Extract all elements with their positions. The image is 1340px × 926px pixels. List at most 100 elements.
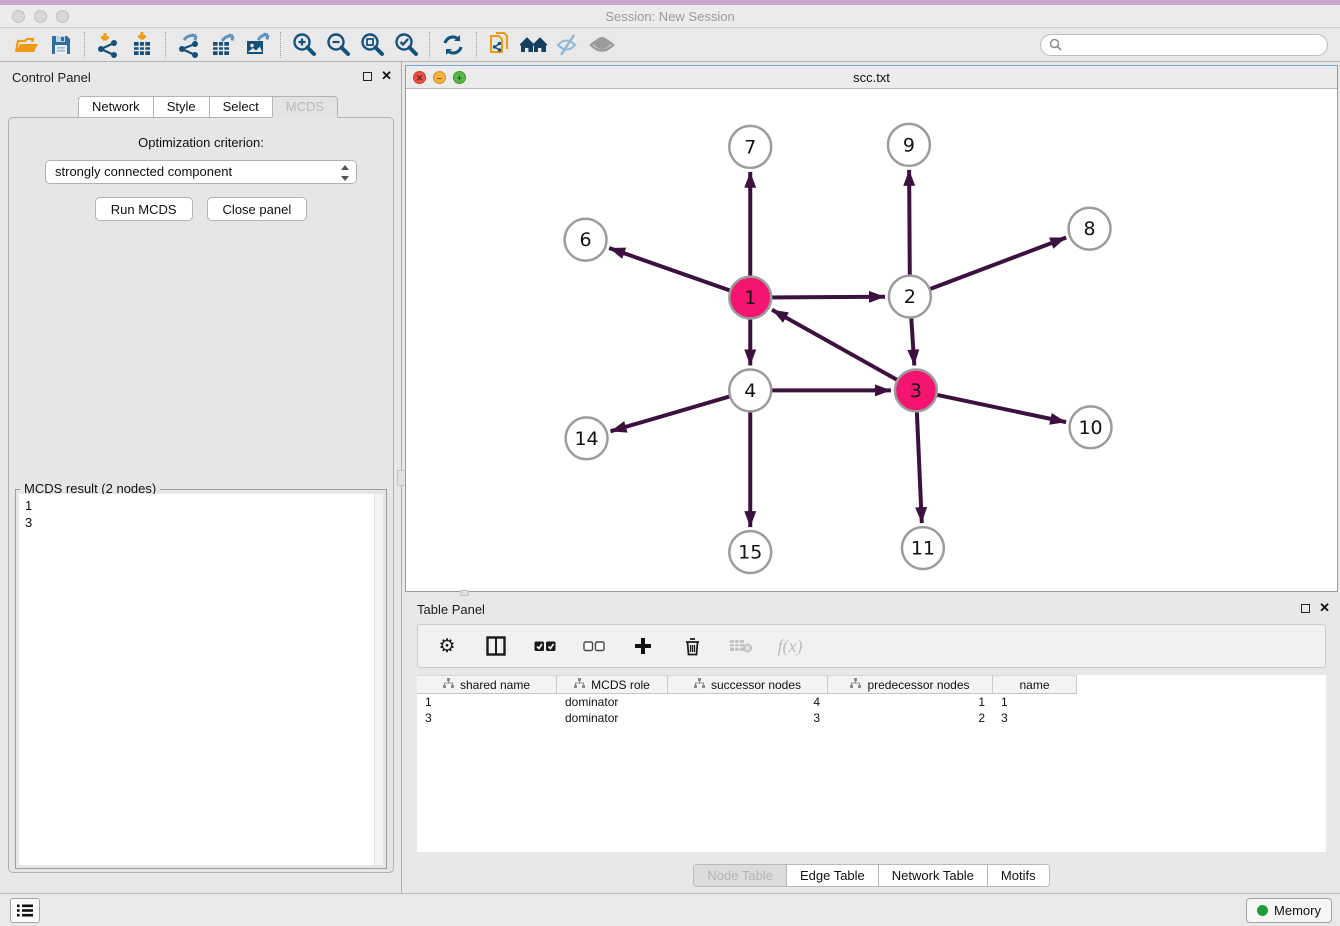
- network-canvas[interactable]: 1 2 3 4 6 7 8 9 10 11 14 15: [406, 89, 1337, 591]
- table-row[interactable]: 1dominator411: [417, 694, 1326, 710]
- zoom-fit-button[interactable]: [355, 30, 389, 60]
- node-9[interactable]: 9: [888, 124, 930, 166]
- column-header-shared-name[interactable]: shared name: [417, 675, 557, 694]
- add-row-button[interactable]: [631, 634, 655, 658]
- node-8[interactable]: 8: [1069, 208, 1111, 250]
- hierarchy-icon: [694, 678, 705, 692]
- deselect-all-button[interactable]: [582, 634, 606, 658]
- node-10[interactable]: 10: [1070, 406, 1112, 448]
- tab-network[interactable]: Network: [78, 96, 154, 118]
- table-tabs: Node TableEdge TableNetwork TableMotifs: [405, 864, 1338, 887]
- close-panel-button[interactable]: Close panel: [207, 197, 308, 221]
- select-all-button[interactable]: [533, 634, 557, 658]
- delete-row-button[interactable]: [680, 634, 704, 658]
- zoom-in-button[interactable]: [287, 30, 321, 60]
- node-11[interactable]: 11: [902, 527, 944, 569]
- node-3[interactable]: 3: [895, 369, 937, 411]
- horizontal-splitter-grip[interactable]: [460, 590, 469, 596]
- edge-2-8[interactable]: [910, 238, 1066, 297]
- float-panel-icon[interactable]: [363, 72, 372, 81]
- refresh-button[interactable]: [436, 30, 470, 60]
- search-input[interactable]: [1067, 38, 1319, 52]
- tab-mcds[interactable]: MCDS: [272, 96, 338, 118]
- export-image-button[interactable]: [240, 30, 274, 60]
- table-row[interactable]: 3dominator323: [417, 710, 1326, 726]
- criterion-select[interactable]: strongly connected component: [45, 160, 357, 184]
- table-cell[interactable]: 1: [828, 694, 993, 710]
- table-header-row: shared nameMCDS rolesuccessor nodesprede…: [417, 675, 1326, 694]
- search-icon: [1049, 38, 1062, 51]
- node-label: 15: [738, 542, 762, 564]
- hide-selected-button[interactable]: [551, 30, 585, 60]
- column-header-predecessor-nodes[interactable]: predecessor nodes: [828, 675, 993, 694]
- table-cell[interactable]: 3: [668, 710, 828, 726]
- import-network-button[interactable]: [91, 30, 125, 60]
- save-session-button[interactable]: [44, 30, 78, 60]
- toolbar-separator: [429, 32, 430, 58]
- result-scrollbar[interactable]: [374, 494, 383, 865]
- show-all-button[interactable]: [585, 30, 619, 60]
- table-cell[interactable]: dominator: [557, 710, 668, 726]
- close-table-panel-icon[interactable]: ✕: [1319, 600, 1330, 616]
- table-panel-title: Table Panel: [417, 602, 485, 617]
- close-panel-icon[interactable]: ✕: [381, 68, 392, 84]
- node-2[interactable]: 2: [889, 276, 931, 318]
- float-table-panel-icon[interactable]: [1301, 604, 1310, 613]
- select-updown-icon: [340, 164, 350, 189]
- node-4[interactable]: 4: [729, 369, 771, 411]
- network-window-titlebar: ✕ – + scc.txt: [406, 66, 1337, 89]
- zoom-out-button[interactable]: [321, 30, 355, 60]
- table-cell[interactable]: 3: [993, 710, 1077, 726]
- mcds-result-area[interactable]: 1 3: [19, 494, 383, 865]
- search-box[interactable]: [1040, 34, 1328, 56]
- memory-status-icon: [1257, 905, 1268, 916]
- graph-canvas[interactable]: 1 2 3 4 6 7 8 9 10 11 14 15: [406, 89, 1337, 591]
- zoom-selected-button[interactable]: [389, 30, 423, 60]
- table-cell[interactable]: dominator: [557, 694, 668, 710]
- column-header-successor-nodes[interactable]: successor nodes: [668, 675, 828, 694]
- table-cell[interactable]: 1: [993, 694, 1077, 710]
- column-header-name[interactable]: name: [993, 675, 1077, 694]
- edge-3-1[interactable]: [772, 310, 916, 391]
- node-table[interactable]: shared nameMCDS rolesuccessor nodesprede…: [417, 675, 1326, 852]
- table-cell[interactable]: 1: [417, 694, 557, 710]
- first-neighbors-button[interactable]: [517, 30, 551, 60]
- table-cell[interactable]: 3: [417, 710, 557, 726]
- tab-style[interactable]: Style: [153, 96, 210, 118]
- open-file-button[interactable]: [10, 30, 44, 60]
- vertical-splitter[interactable]: [400, 62, 404, 893]
- delete-table-button[interactable]: [729, 634, 753, 658]
- tab-select[interactable]: Select: [209, 96, 273, 118]
- hierarchy-icon: [574, 678, 585, 692]
- node-14[interactable]: 14: [566, 417, 608, 459]
- node-label: 14: [575, 428, 599, 450]
- control-panel: Control Panel ✕ NetworkStyleSelectMCDS O…: [2, 65, 400, 880]
- table-cell[interactable]: 2: [828, 710, 993, 726]
- tab-network-table[interactable]: Network Table: [878, 865, 987, 886]
- task-history-button[interactable]: [10, 898, 40, 923]
- import-table-button[interactable]: [125, 30, 159, 60]
- criterion-select-value: strongly connected component: [55, 164, 232, 179]
- node-15[interactable]: 15: [729, 531, 771, 573]
- edge-3-10[interactable]: [916, 390, 1066, 422]
- column-header-MCDS-role[interactable]: MCDS role: [557, 675, 668, 694]
- node-1[interactable]: 1: [729, 277, 771, 319]
- export-table-button[interactable]: [206, 30, 240, 60]
- edge-1-6[interactable]: [609, 248, 750, 298]
- tab-motifs[interactable]: Motifs: [987, 865, 1049, 886]
- new-network-from-selection-button[interactable]: [483, 30, 517, 60]
- tab-node-table[interactable]: Node Table: [694, 865, 786, 886]
- function-builder-button[interactable]: f(x): [778, 634, 802, 658]
- node-label: 10: [1079, 417, 1103, 439]
- main-area: Control Panel ✕ NetworkStyleSelectMCDS O…: [0, 62, 1340, 893]
- column-settings-button[interactable]: ⚙: [435, 634, 459, 658]
- node-7[interactable]: 7: [729, 126, 771, 168]
- table-cell[interactable]: 4: [668, 694, 828, 710]
- node-6[interactable]: 6: [565, 219, 607, 261]
- export-network-button[interactable]: [172, 30, 206, 60]
- table-panes-button[interactable]: [484, 634, 508, 658]
- tab-edge-table[interactable]: Edge Table: [786, 865, 878, 886]
- memory-button[interactable]: Memory: [1246, 898, 1332, 923]
- control-panel-header: Control Panel ✕: [2, 65, 400, 89]
- run-mcds-button[interactable]: Run MCDS: [95, 197, 193, 221]
